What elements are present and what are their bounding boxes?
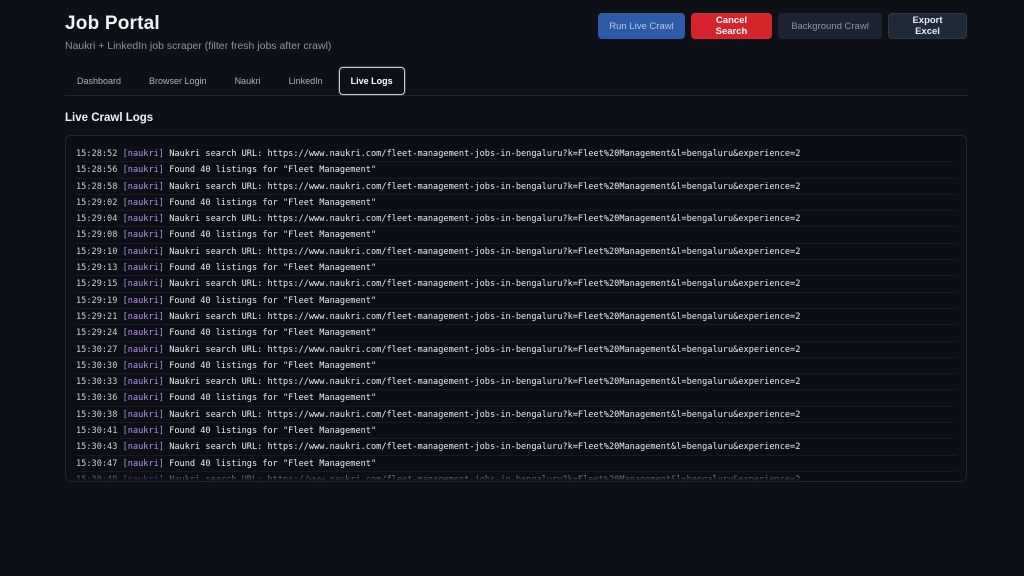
log-timestamp: 15:28:56	[76, 165, 118, 176]
background-crawl-button[interactable]: Background Crawl	[778, 13, 882, 39]
log-timestamp: 15:30:36	[76, 393, 118, 404]
log-source-tag: [naukri]	[122, 442, 164, 453]
log-source-tag: [naukri]	[122, 230, 164, 241]
log-message: Found 40 listings for "Fleet Management"	[169, 230, 377, 241]
log-source-tag: [naukri]	[122, 377, 164, 388]
log-source-tag: [naukri]	[122, 393, 164, 404]
log-source-tag: [naukri]	[122, 311, 164, 322]
log-line: 15:29:13 [naukri] Found 40 listings for …	[76, 260, 956, 277]
tab-browser-login[interactable]: Browser Login	[137, 67, 219, 95]
page-title: Job Portal	[65, 13, 160, 34]
log-timestamp: 15:30:33	[76, 377, 118, 388]
export-excel-button[interactable]: Export Excel	[888, 13, 967, 39]
log-source-tag: [naukri]	[122, 149, 164, 159]
log-message: Found 40 listings for "Fleet Management"	[169, 295, 377, 306]
log-timestamp: 15:30:27	[76, 344, 118, 355]
log-timestamp: 15:29:15	[76, 279, 118, 290]
logs-section-title: Live Crawl Logs	[65, 112, 154, 124]
log-timestamp: 15:29:21	[76, 311, 118, 322]
log-line: 15:29:02 [naukri] Found 40 listings for …	[76, 195, 956, 212]
log-source-tag: [naukri]	[122, 246, 164, 257]
log-list: 15:28:52 [naukri] Naukri search URL: htt…	[76, 146, 956, 481]
run-live-crawl-button[interactable]: Run Live Crawl	[598, 13, 685, 39]
log-line: 15:29:21 [naukri] Naukri search URL: htt…	[76, 309, 956, 326]
log-message: Naukri search URL: https://www.naukri.co…	[169, 279, 801, 290]
log-timestamp: 15:29:10	[76, 246, 118, 257]
log-line: 15:30:43 [naukri] Naukri search URL: htt…	[76, 439, 956, 456]
log-line: 15:29:24 [naukri] Found 40 listings for …	[76, 325, 956, 342]
log-source-tag: [naukri]	[122, 426, 164, 437]
log-line: 15:28:58 [naukri] Naukri search URL: htt…	[76, 179, 956, 195]
log-source-tag: [naukri]	[122, 263, 164, 274]
tab-naukri[interactable]: Naukri	[223, 67, 273, 95]
log-source-tag: [naukri]	[122, 279, 164, 290]
log-message: Found 40 listings for "Fleet Management"	[169, 360, 377, 371]
tab-dashboard[interactable]: Dashboard	[65, 67, 133, 95]
log-message: Naukri search URL: https://www.naukri.co…	[169, 409, 801, 420]
log-message: Naukri search URL: https://www.naukri.co…	[169, 214, 801, 225]
log-source-tag: [naukri]	[122, 409, 164, 420]
log-timestamp: 15:29:02	[76, 197, 118, 208]
log-line: 15:30:33 [naukri] Naukri search URL: htt…	[76, 374, 956, 391]
log-message: Naukri search URL: https://www.naukri.co…	[169, 377, 801, 388]
log-message: Naukri search URL: https://www.naukri.co…	[169, 181, 801, 192]
log-message: Found 40 listings for "Fleet Management"	[169, 328, 377, 339]
log-line: 15:30:41 [naukri] Found 40 listings for …	[76, 423, 956, 440]
log-message: Naukri search URL: https://www.naukri.co…	[169, 442, 801, 453]
log-timestamp: 15:28:52	[76, 149, 118, 159]
log-message: Found 40 listings for "Fleet Management"	[169, 263, 377, 274]
log-timestamp: 15:29:08	[76, 230, 118, 241]
cancel-search-button[interactable]: Cancel Search	[691, 13, 772, 39]
log-timestamp: 15:29:24	[76, 328, 118, 339]
log-source-tag: [naukri]	[122, 181, 164, 192]
log-line: 15:30:27 [naukri] Naukri search URL: htt…	[76, 342, 956, 358]
log-line: 15:30:30 [naukri] Found 40 listings for …	[76, 358, 956, 375]
log-timestamp: 15:30:43	[76, 442, 118, 453]
log-line: 15:29:19 [naukri] Found 40 listings for …	[76, 293, 956, 309]
log-source-tag: [naukri]	[122, 328, 164, 339]
log-line: 15:28:52 [naukri] Naukri search URL: htt…	[76, 146, 956, 163]
log-message: Found 40 listings for "Fleet Management"	[169, 458, 377, 469]
log-source-tag: [naukri]	[122, 197, 164, 208]
log-message: Naukri search URL: https://www.naukri.co…	[169, 149, 801, 159]
log-source-tag: [naukri]	[122, 214, 164, 225]
log-message: Naukri search URL: https://www.naukri.co…	[169, 246, 801, 257]
log-timestamp: 15:29:19	[76, 295, 118, 306]
tab-bar: Dashboard Browser Login Naukri LinkedIn …	[65, 67, 968, 96]
log-source-tag: [naukri]	[122, 165, 164, 176]
tab-live-logs[interactable]: Live Logs	[338, 67, 405, 95]
job-portal-page: Job Portal Naukri + LinkedIn job scraper…	[0, 0, 1024, 576]
log-line: 15:30:36 [naukri] Found 40 listings for …	[76, 390, 956, 407]
log-timestamp: 15:30:47	[76, 458, 118, 469]
log-line: 15:29:10 [naukri] Naukri search URL: htt…	[76, 244, 956, 261]
log-line: 15:30:47 [naukri] Found 40 listings for …	[76, 456, 956, 472]
page-subtitle: Naukri + LinkedIn job scraper (filter fr…	[65, 40, 332, 52]
log-timestamp: 15:30:38	[76, 409, 118, 420]
log-line: 15:29:08 [naukri] Found 40 listings for …	[76, 227, 956, 244]
log-line: 15:30:38 [naukri] Naukri search URL: htt…	[76, 407, 956, 424]
log-source-tag: [naukri]	[122, 458, 164, 469]
log-line: 15:28:56 [naukri] Found 40 listings for …	[76, 162, 956, 179]
log-timestamp: 15:28:58	[76, 181, 118, 192]
action-toolbar: Run Live Crawl Cancel Search Background …	[598, 13, 967, 39]
log-source-tag: [naukri]	[122, 344, 164, 355]
log-line: 15:29:15 [naukri] Naukri search URL: htt…	[76, 276, 956, 293]
log-line: 15:29:04 [naukri] Naukri search URL: htt…	[76, 211, 956, 228]
log-source-tag: [naukri]	[122, 360, 164, 371]
log-timestamp: 15:29:13	[76, 263, 118, 274]
log-source-tag: [naukri]	[122, 295, 164, 306]
log-message: Naukri search URL: https://www.naukri.co…	[169, 344, 801, 355]
log-timestamp: 15:30:41	[76, 426, 118, 437]
log-message: Found 40 listings for "Fleet Management"	[169, 197, 377, 208]
log-message: Naukri search URL: https://www.naukri.co…	[169, 311, 801, 322]
log-message: Found 40 listings for "Fleet Management"	[169, 393, 377, 404]
log-fade	[66, 471, 966, 481]
log-message: Found 40 listings for "Fleet Management"	[169, 426, 377, 437]
log-message: Found 40 listings for "Fleet Management"	[169, 165, 377, 176]
log-timestamp: 15:29:04	[76, 214, 118, 225]
tab-linkedin[interactable]: LinkedIn	[277, 67, 335, 95]
log-timestamp: 15:30:30	[76, 360, 118, 371]
log-panel[interactable]: 15:28:52 [naukri] Naukri search URL: htt…	[65, 135, 967, 482]
